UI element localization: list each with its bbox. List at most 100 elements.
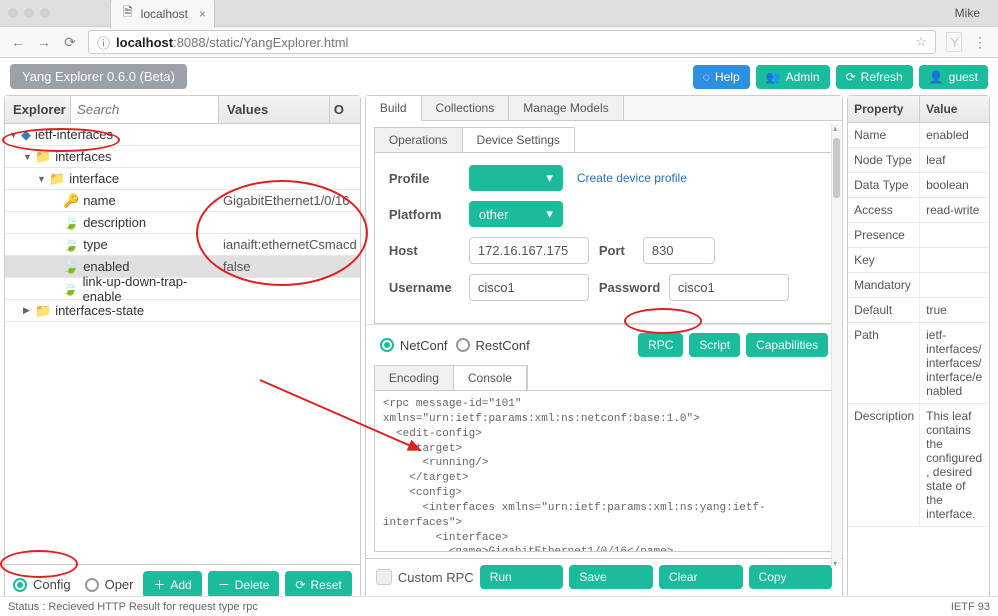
- custom-rpc-checkbox[interactable]: [376, 569, 392, 585]
- maximize-window-icon[interactable]: [40, 8, 50, 18]
- scrollbar[interactable]: [831, 124, 841, 568]
- netconf-radio[interactable]: NetConf: [380, 338, 448, 353]
- tab-encoding[interactable]: Encoding: [375, 366, 454, 390]
- rpc-button[interactable]: RPC: [638, 333, 683, 357]
- copy-button[interactable]: Copy: [749, 565, 833, 589]
- explorer-title: Explorer: [5, 96, 71, 123]
- status-text: Status : Recieved HTTP Result for reques…: [8, 601, 258, 613]
- property-name: Mandatory: [848, 273, 920, 297]
- menu-icon[interactable]: ⋮: [972, 34, 988, 51]
- tree-row[interactable]: 🍃typeianaift:ethernetCsmacd: [5, 234, 360, 256]
- script-button[interactable]: Script: [689, 333, 740, 357]
- center-panel: Build Collections Manage Models Operatio…: [365, 95, 843, 605]
- refresh-icon: ⟳: [846, 70, 856, 84]
- tab-collections[interactable]: Collections: [422, 96, 510, 120]
- console-output[interactable]: <rpc message-id="101" xmlns="urn:ietf:pa…: [374, 390, 834, 552]
- expand-icon[interactable]: ▼: [23, 152, 31, 162]
- expand-icon[interactable]: ▼: [37, 174, 45, 184]
- status-bar: Status : Recieved HTTP Result for reques…: [0, 596, 998, 616]
- users-icon: 👥: [766, 70, 781, 84]
- tab-build[interactable]: Build: [366, 96, 422, 121]
- tree-node-label: description: [83, 215, 146, 230]
- tree-node-label: link-up-down-trap-enable: [83, 274, 215, 304]
- search-input[interactable]: [71, 96, 218, 123]
- status-right: IETF 93: [951, 601, 990, 613]
- username-input[interactable]: [469, 274, 589, 301]
- info-icon[interactable]: ⓘ: [97, 33, 110, 52]
- save-button[interactable]: Save: [569, 565, 653, 589]
- property-name: Presence: [848, 223, 920, 247]
- host-input[interactable]: [469, 237, 589, 264]
- subtab-device-settings[interactable]: Device Settings: [463, 128, 574, 153]
- leaf-icon: 🍃: [62, 281, 78, 297]
- platform-select[interactable]: other▾: [469, 201, 563, 227]
- run-button[interactable]: Run: [480, 565, 564, 589]
- tree-row[interactable]: ▼◆ietf-interfaces: [5, 124, 360, 146]
- restconf-radio[interactable]: RestConf: [456, 338, 530, 353]
- property-row: Presence: [848, 223, 989, 248]
- expand-icon[interactable]: ▼: [9, 130, 17, 140]
- tree-row[interactable]: ▼📁interfaces: [5, 146, 360, 168]
- tree-node-label: name: [83, 193, 116, 208]
- expand-icon[interactable]: ▶: [23, 305, 31, 316]
- help-button[interactable]: ◌Help: [693, 65, 750, 89]
- tree-node-value[interactable]: GigabitEthernet1/0/16: [219, 193, 360, 208]
- reset-icon: ⟳: [295, 578, 305, 592]
- property-name: Description: [848, 404, 920, 526]
- browser-chrome: 🗎 localhost × Mike ← → ⟳ ⓘ localhost :80…: [0, 0, 998, 58]
- tree-row[interactable]: 🍃link-up-down-trap-enable: [5, 278, 360, 300]
- explorer-panel: Explorer Values O ▼◆ietf-interfaces▼📁int…: [4, 95, 361, 605]
- back-icon[interactable]: ←: [10, 34, 26, 50]
- host-label: Host: [389, 243, 459, 258]
- oper-radio[interactable]: Oper: [85, 577, 134, 592]
- device-settings-form: Profile ▾ Create device profile Platform…: [374, 152, 834, 324]
- create-profile-link[interactable]: Create device profile: [577, 171, 687, 185]
- property-row: Accessread-write: [848, 198, 989, 223]
- yandex-icon[interactable]: Y: [946, 32, 962, 52]
- delete-button[interactable]: －Delete: [208, 571, 280, 598]
- tree-node-value[interactable]: ianaift:ethernetCsmacd: [219, 237, 360, 252]
- tab-console[interactable]: Console: [454, 366, 527, 391]
- guest-button[interactable]: 👤guest: [919, 65, 988, 89]
- property-name: Name: [848, 123, 920, 147]
- port-label: Port: [599, 243, 633, 258]
- admin-button[interactable]: 👥Admin: [756, 65, 830, 89]
- add-button[interactable]: ＋Add: [143, 571, 201, 598]
- tree-node-value[interactable]: false: [219, 259, 360, 274]
- address-bar[interactable]: ⓘ localhost :8088/static/YangExplorer.ht…: [88, 30, 936, 54]
- property-value: [920, 248, 989, 272]
- tree-row[interactable]: ▶📁interfaces-state: [5, 300, 360, 322]
- minimize-window-icon[interactable]: [24, 8, 34, 18]
- props-header-property: Property: [848, 96, 920, 122]
- browser-user: Mike: [955, 6, 990, 20]
- minus-icon: －: [218, 576, 230, 593]
- password-input[interactable]: [669, 274, 789, 301]
- close-window-icon[interactable]: [8, 8, 18, 18]
- close-icon[interactable]: ×: [199, 7, 206, 21]
- property-name: Data Type: [848, 173, 920, 197]
- bookmark-icon[interactable]: ☆: [915, 34, 927, 50]
- clear-button[interactable]: Clear: [659, 565, 743, 589]
- forward-icon[interactable]: →: [36, 34, 52, 50]
- capabilities-button[interactable]: Capabilities: [746, 333, 828, 357]
- profile-select[interactable]: ▾: [469, 165, 563, 191]
- config-radio[interactable]: Config: [13, 577, 71, 592]
- reload-icon[interactable]: ⟳: [62, 34, 78, 51]
- property-row: Pathietf-interfaces/interfaces/interface…: [848, 323, 989, 404]
- username-label: Username: [389, 280, 459, 295]
- tree[interactable]: ▼◆ietf-interfaces▼📁interfaces▼📁interface…: [5, 124, 360, 564]
- tree-row[interactable]: 🔑nameGigabitEthernet1/0/16: [5, 190, 360, 212]
- values-header: Values: [219, 96, 330, 123]
- refresh-button[interactable]: ⟳Refresh: [836, 65, 913, 89]
- reset-button[interactable]: ⟳Reset: [285, 571, 351, 598]
- chevron-down-icon: ▾: [546, 170, 553, 186]
- port-input[interactable]: [643, 237, 715, 264]
- browser-tab[interactable]: 🗎 localhost ×: [110, 0, 215, 28]
- subtab-operations[interactable]: Operations: [375, 128, 463, 152]
- password-label: Password: [599, 280, 659, 295]
- folder-icon: 📁: [35, 149, 51, 165]
- tree-row[interactable]: 🍃description: [5, 212, 360, 234]
- tab-manage[interactable]: Manage Models: [509, 96, 623, 120]
- tree-row[interactable]: ▼📁interface: [5, 168, 360, 190]
- folder-icon: 📁: [49, 171, 65, 187]
